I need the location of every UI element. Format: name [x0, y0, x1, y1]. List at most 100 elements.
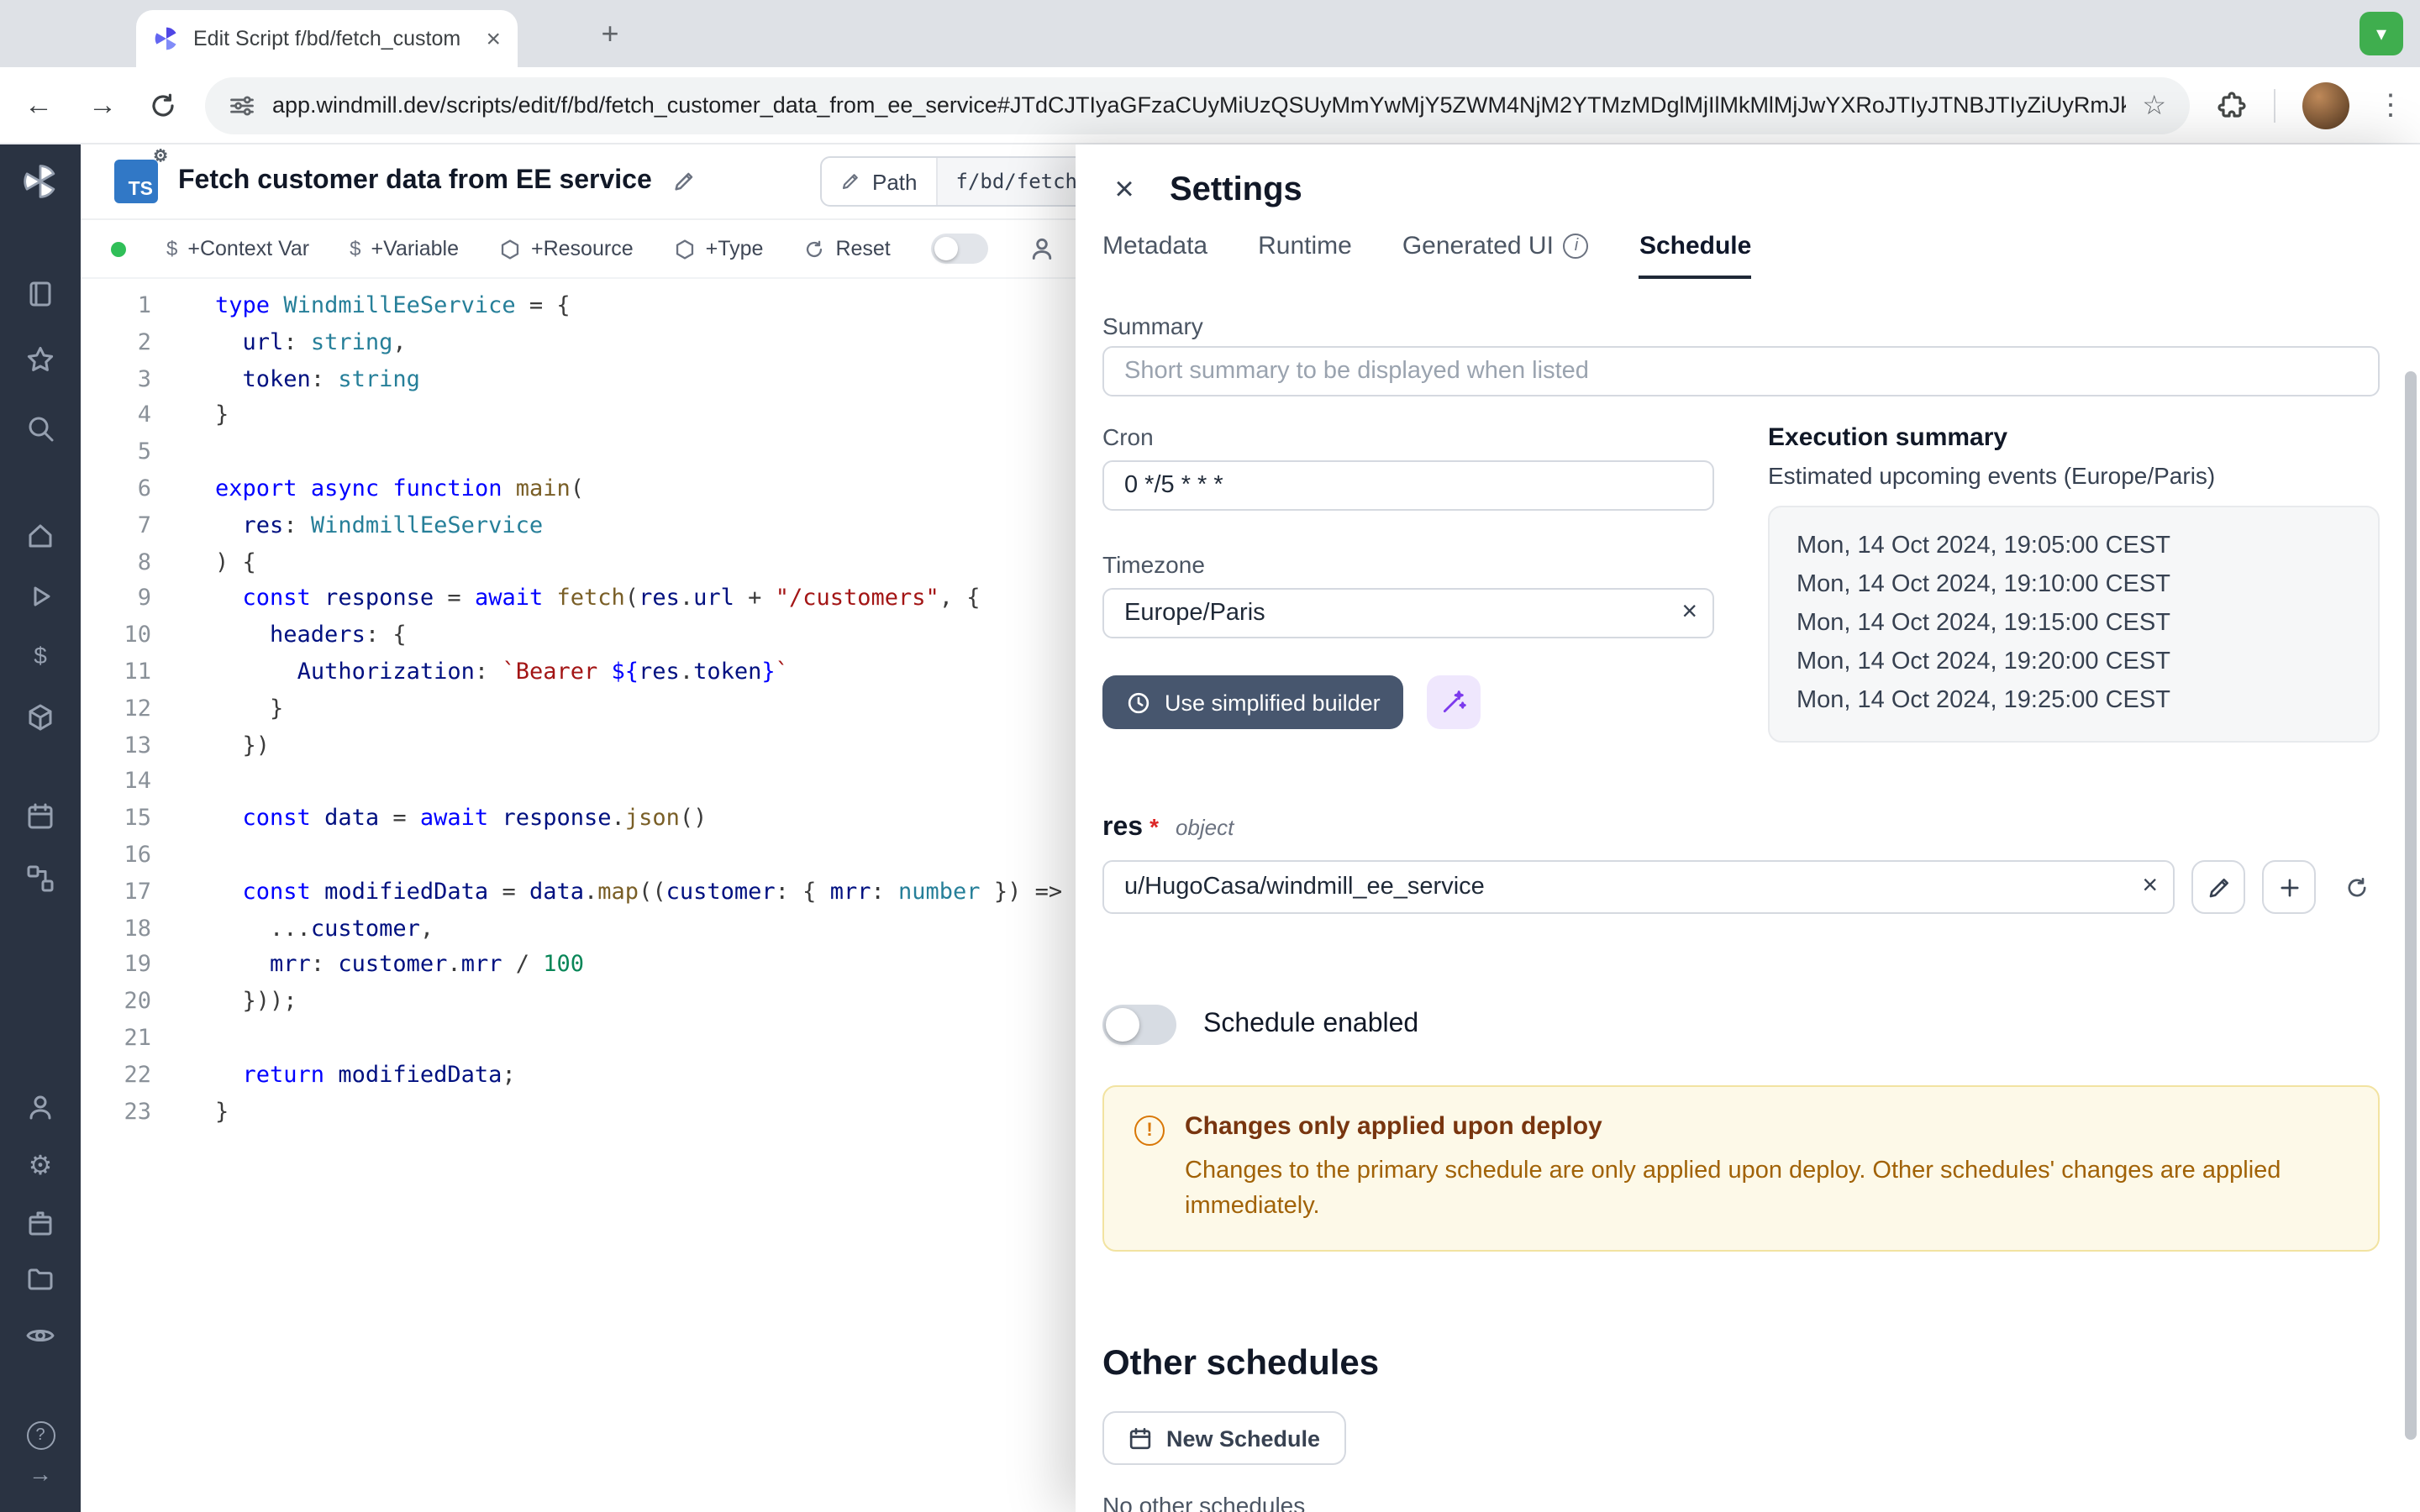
browser-window: Edit Script f/bd/fetch_custom × + ▾ ← → …: [0, 0, 2420, 1512]
edit-path-pencil-icon: [840, 171, 860, 192]
typescript-badge-label: TS: [129, 180, 153, 200]
docs-icon[interactable]: [0, 279, 81, 309]
settings-drawer: × Settings Metadata Runtime Generated UI…: [1076, 144, 2420, 1512]
settings-tabs: Metadata Runtime Generated UI i Schedule: [1102, 232, 1751, 279]
add-context-var-button[interactable]: $ +Context Var: [166, 237, 309, 260]
edit-resource-button[interactable]: [2191, 860, 2245, 914]
app-sidebar: $ ⚙ ?: [0, 144, 81, 1512]
dollar-icon: $: [166, 237, 177, 260]
windmill-favicon-icon: [153, 25, 180, 52]
upcoming-events-box: Mon, 14 Oct 2024, 19:05:00 CEST Mon, 14 …: [1768, 506, 2380, 743]
refresh-resource-button[interactable]: [2333, 864, 2380, 911]
add-variable-button[interactable]: $ +Variable: [350, 237, 459, 260]
help-glyph: ?: [35, 1426, 45, 1445]
new-schedule-button[interactable]: New Schedule: [1102, 1411, 1345, 1465]
info-icon: i: [1564, 234, 1589, 259]
schedules-icon[interactable]: [0, 801, 81, 832]
use-simplified-builder-label: Use simplified builder: [1165, 690, 1381, 715]
typescript-badge: TS ⚙: [114, 160, 158, 203]
warning-icon: !: [1134, 1116, 1165, 1146]
drawer-scrollbar[interactable]: [2405, 371, 2417, 1440]
bookmark-star-icon[interactable]: ☆: [2142, 88, 2166, 122]
resources-icon[interactable]: [0, 702, 81, 732]
site-settings-icon[interactable]: [229, 92, 255, 118]
warning-title: Changes only applied upon deploy: [1185, 1112, 2348, 1141]
no-other-schedules-text: No other schedules: [1102, 1492, 1305, 1512]
dollar-icon: $: [350, 237, 360, 260]
sync-status-dot: [111, 241, 126, 256]
tab-generated-ui[interactable]: Generated UI i: [1402, 232, 1589, 279]
windmill-logo-icon[interactable]: [0, 163, 81, 200]
app-content: $ ⚙ ?: [0, 144, 2420, 1512]
tab-schedule[interactable]: Schedule: [1639, 232, 1751, 279]
hexagon-icon: [499, 238, 521, 260]
event-item: Mon, 14 Oct 2024, 19:10:00 CEST: [1797, 566, 2351, 605]
cron-input[interactable]: [1102, 460, 1714, 511]
summary-label: Summary: [1102, 312, 1203, 339]
tab-metadata[interactable]: Metadata: [1102, 232, 1207, 279]
clock-icon: [1126, 690, 1151, 715]
execution-summary-title: Execution summary: [1768, 423, 2380, 452]
tab-generated-ui-label: Generated UI: [1402, 232, 1554, 260]
back-button[interactable]: ←: [20, 88, 57, 122]
resource-input[interactable]: [1102, 860, 2175, 914]
clear-resource-icon[interactable]: ×: [2142, 874, 2158, 900]
url-bar[interactable]: app.windmill.dev/scripts/edit/f/bd/fetch…: [205, 76, 2190, 134]
browser-menu-icon[interactable]: ⋮: [2376, 88, 2400, 122]
browser-dropdown-button[interactable]: ▾: [2360, 12, 2403, 55]
schedule-enabled-toggle[interactable]: [1102, 1005, 1176, 1045]
add-resource-label: +Resource: [531, 237, 634, 260]
flows-icon[interactable]: [0, 864, 81, 894]
language-gear-icon[interactable]: ⚙: [153, 150, 168, 166]
ai-cron-wand-button[interactable]: [1428, 675, 1481, 729]
audit-logs-eye-icon[interactable]: [0, 1320, 81, 1351]
clear-timezone-icon[interactable]: ×: [1681, 600, 1697, 627]
forward-button[interactable]: →: [84, 88, 121, 122]
tab-title: Edit Script f/bd/fetch_custom: [193, 27, 472, 50]
event-item: Mon, 14 Oct 2024, 19:15:00 CEST: [1797, 605, 2351, 643]
new-tab-button[interactable]: +: [592, 15, 629, 52]
workers-icon[interactable]: [0, 1208, 81, 1238]
timezone-input[interactable]: [1102, 588, 1714, 638]
reset-icon: [803, 238, 825, 260]
execution-summary-subtitle: Estimated upcoming events (Europe/Paris): [1768, 462, 2380, 489]
search-icon[interactable]: [0, 413, 81, 444]
assistant-toggle[interactable]: [931, 234, 988, 264]
tab-strip: Edit Script f/bd/fetch_custom × + ▾: [0, 0, 2420, 67]
hexagon-icon: [674, 238, 696, 260]
event-item: Mon, 14 Oct 2024, 19:05:00 CEST: [1797, 528, 2351, 566]
reset-button[interactable]: Reset: [803, 237, 890, 260]
use-simplified-builder-button[interactable]: Use simplified builder: [1102, 675, 1404, 729]
close-icon[interactable]: ×: [1102, 168, 1146, 212]
variables-icon[interactable]: $: [0, 642, 81, 669]
browser-tab[interactable]: Edit Script f/bd/fetch_custom ×: [136, 10, 518, 67]
deploy-warning-banner: ! Changes only applied upon deploy Chang…: [1102, 1085, 2380, 1252]
add-type-button[interactable]: +Type: [674, 237, 764, 260]
tab-close-icon[interactable]: ×: [486, 26, 501, 51]
extensions-icon[interactable]: [2217, 90, 2247, 120]
account-icon[interactable]: [0, 1092, 81, 1122]
summary-input[interactable]: [1102, 346, 2380, 396]
path-edit-segment[interactable]: Path: [822, 158, 936, 205]
reload-button[interactable]: [148, 90, 178, 120]
tab-runtime[interactable]: Runtime: [1258, 232, 1352, 279]
help-icon[interactable]: ?: [0, 1421, 81, 1450]
runs-icon[interactable]: [0, 581, 81, 612]
add-context-var-label: +Context Var: [187, 237, 309, 260]
folders-icon[interactable]: [0, 1263, 81, 1294]
profile-avatar[interactable]: [2302, 81, 2349, 129]
home-icon[interactable]: [0, 521, 81, 551]
res-field-header: res * object: [1102, 813, 2380, 843]
collapse-sidebar-icon[interactable]: →: [0, 1460, 81, 1487]
url-text[interactable]: app.windmill.dev/scripts/edit/f/bd/fetch…: [272, 92, 2125, 118]
warning-body: Changes to the primary schedule are only…: [1185, 1154, 2348, 1225]
browser-toolbar: ← → app.windmill.dev/scripts/edit/f/bd/f…: [0, 67, 2420, 144]
schedule-enabled-label: Schedule enabled: [1203, 1010, 1418, 1040]
add-resource-button[interactable]: +Resource: [499, 237, 634, 260]
toolbar-divider: [2274, 88, 2275, 122]
chevron-down-icon: ▾: [2376, 22, 2386, 45]
favorites-star-icon[interactable]: [0, 344, 81, 375]
add-resource-button-drawer[interactable]: [2262, 860, 2316, 914]
edit-title-pencil-icon[interactable]: [672, 170, 696, 193]
settings-gear-icon[interactable]: ⚙: [0, 1149, 81, 1183]
